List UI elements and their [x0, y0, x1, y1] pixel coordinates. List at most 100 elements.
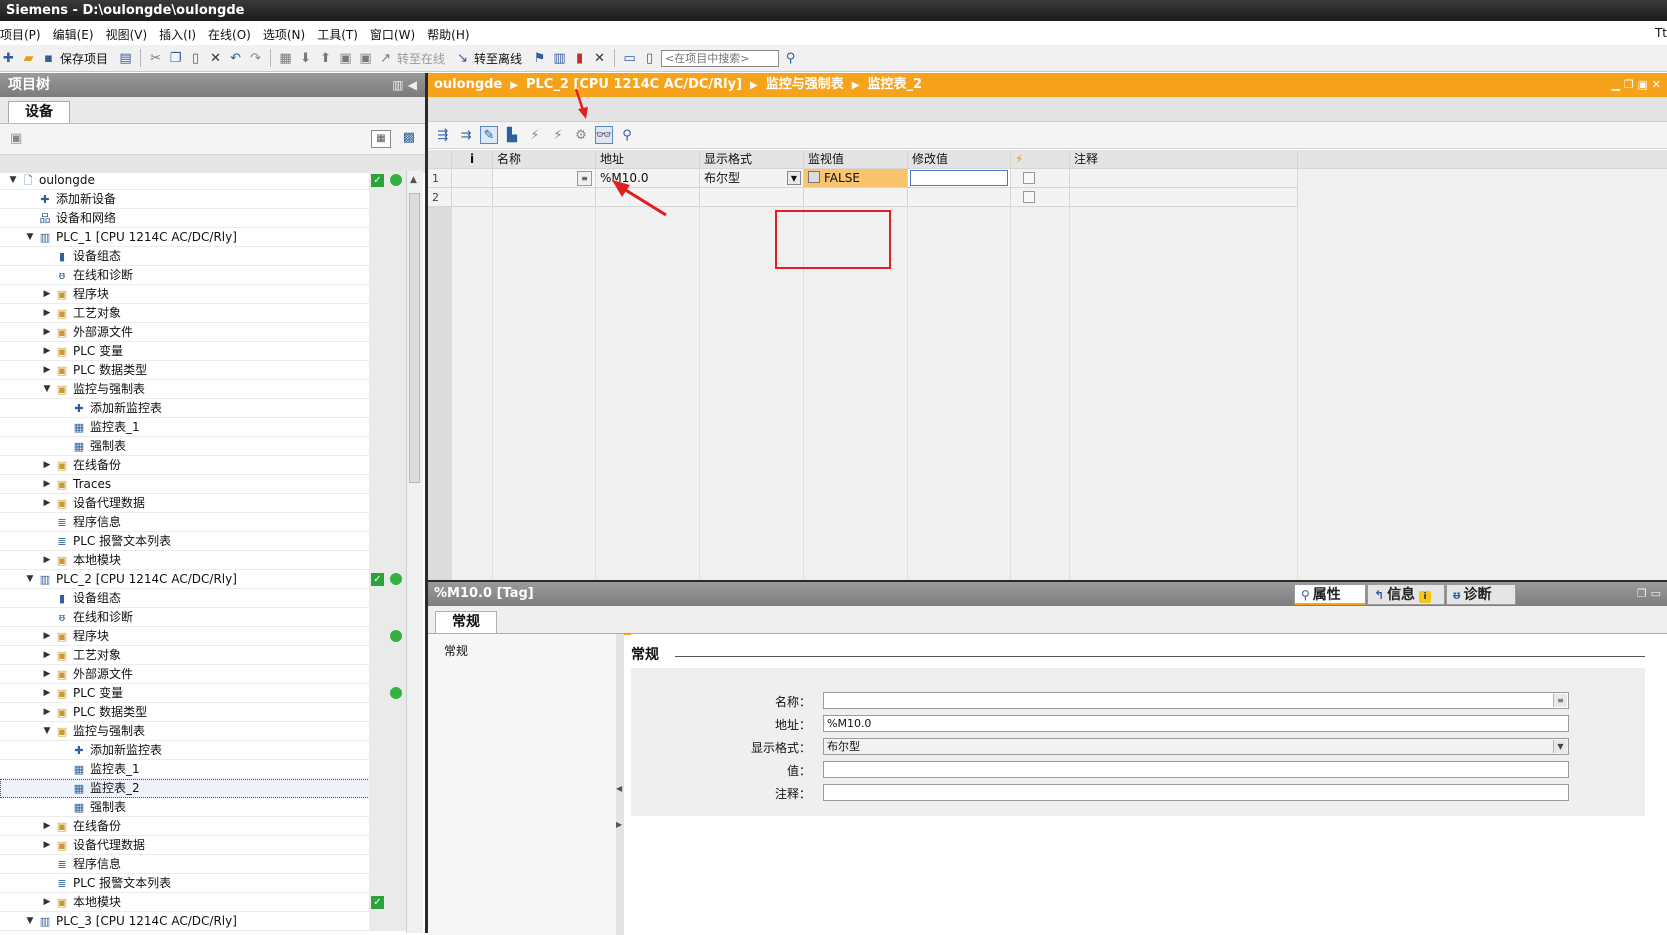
tree-item[interactable]: ▮ 设备组态	[0, 589, 410, 608]
start-cpu-icon[interactable]: ▮	[571, 50, 588, 67]
paste-icon[interactable]: ▯	[187, 50, 204, 67]
delete-icon[interactable]: ✕	[207, 50, 224, 67]
breadcrumb-plc[interactable]: PLC_2 [CPU 1214C AC/DC/Rly]	[526, 77, 742, 92]
nav-general[interactable]: 常规	[444, 642, 468, 659]
monitor-all-icon[interactable]: 👓	[595, 126, 613, 144]
expand-toggle-icon[interactable]: ▼	[25, 228, 35, 247]
nav-collapse-bar[interactable]: ◀ ▶	[616, 634, 624, 935]
tree-item[interactable]: ▶ ▣ 在线备份	[0, 817, 410, 836]
collapse-toggle-icon[interactable]: ▶	[42, 323, 52, 342]
tree-item[interactable]: ▦ 监控表_1	[0, 760, 410, 779]
open-project-icon[interactable]: ▰	[20, 50, 37, 67]
name-field[interactable]: ≡	[823, 692, 1569, 709]
collapse-toggle-icon[interactable]: ▶	[42, 361, 52, 380]
scroll-up-icon[interactable]: ▲	[410, 175, 417, 185]
menu-edit[interactable]: 编辑(E)	[53, 26, 106, 43]
row-name-cell[interactable]: ≡	[493, 169, 596, 188]
row-address-cell[interactable]	[596, 188, 700, 207]
menu-view[interactable]: 视图(V)	[106, 26, 160, 43]
collapse-toggle-icon[interactable]: ▶	[42, 551, 52, 570]
upload-icon[interactable]: ⬆	[317, 50, 334, 67]
tree-item[interactable]: ▶ ▣ 外部源文件	[0, 323, 410, 342]
split-vertical-icon[interactable]: ▯	[641, 50, 658, 67]
collapse-toggle-icon[interactable]: ▶	[42, 456, 52, 475]
menu-tools[interactable]: 工具(T)	[317, 26, 370, 43]
collapse-toggle-icon[interactable]: ▶	[42, 817, 52, 836]
row-address-cell[interactable]: %M10.0	[596, 169, 700, 188]
tree-item[interactable]: ▮ 设备组态	[0, 247, 410, 266]
save-icon[interactable]: ▪	[40, 50, 57, 67]
tree-item[interactable]: ▼ 🗋 oulongde ✓	[0, 171, 410, 190]
tree-item[interactable]: ≣ 程序信息	[0, 855, 410, 874]
accessible-devices-icon[interactable]: ⚑	[531, 50, 548, 67]
tree-overview-icon[interactable]: ▦	[371, 130, 391, 148]
address-field[interactable]: %M10.0	[823, 715, 1569, 732]
header-comment[interactable]: 注释	[1070, 150, 1298, 169]
tab-devices[interactable]: 设备	[8, 101, 70, 123]
modify-trigger-icon[interactable]: ⚡	[549, 126, 567, 144]
name-browse-icon[interactable]: ≡	[1553, 694, 1567, 707]
tree-item[interactable]: ▦ 强制表	[0, 798, 410, 817]
collapse-toggle-icon[interactable]: ▶	[42, 494, 52, 513]
tree-item[interactable]: ▼ ▣ 监控与强制表	[0, 722, 410, 741]
menu-help[interactable]: 帮助(H)	[427, 26, 481, 43]
tree-item[interactable]: ▦ 强制表	[0, 437, 410, 456]
menu-window[interactable]: 窗口(W)	[370, 26, 427, 43]
collapse-toggle-icon[interactable]: ▶	[42, 646, 52, 665]
collapse-left-icon[interactable]: ◀	[616, 784, 622, 793]
format-select[interactable]: 布尔型 ▼	[823, 738, 1569, 755]
tree-item[interactable]: ▶ ▣ 工艺对象	[0, 646, 410, 665]
tree-scroll-thumb[interactable]	[409, 193, 420, 483]
tree-item[interactable]: ✚ 添加新监控表	[0, 741, 410, 760]
go-online-button[interactable]: 转至在线	[397, 50, 445, 67]
redo-icon[interactable]: ↷	[247, 50, 264, 67]
insert-row-icon[interactable]: ⇶	[434, 126, 452, 144]
tree-refresh-icon[interactable]: ▩	[403, 130, 415, 145]
tree-item[interactable]: ᵿ 在线和诊断	[0, 608, 410, 627]
new-project-icon[interactable]: ✚	[0, 50, 17, 67]
format-dropdown-icon[interactable]: ▼	[787, 171, 801, 185]
project-search-input[interactable]	[661, 49, 780, 67]
tree-item[interactable]: ▶ ▣ 工艺对象	[0, 304, 410, 323]
simulate-icon[interactable]: ▣	[337, 50, 354, 67]
expand-toggle-icon[interactable]: ▼	[25, 570, 35, 589]
collapse-toggle-icon[interactable]: ▶	[42, 342, 52, 361]
subtab-general[interactable]: 常规	[435, 611, 497, 633]
row-modify-cell[interactable]	[908, 169, 1011, 188]
table-row[interactable]: 1 ≡ %M10.0 布尔型 ▼ FALSE	[428, 169, 1667, 188]
format-chevron-down-icon[interactable]: ▼	[1553, 740, 1567, 753]
modify-mode-icon[interactable]: ✎	[480, 126, 498, 144]
tree-item[interactable]: ▶ ▣ 在线备份	[0, 456, 410, 475]
row-format-cell[interactable]: 布尔型 ▼	[700, 169, 804, 188]
collapse-toggle-icon[interactable]: ▶	[42, 627, 52, 646]
collapse-toggle-icon[interactable]: ▶	[42, 893, 52, 912]
go-offline-icon[interactable]: ↘	[454, 50, 471, 67]
breadcrumb-table[interactable]: 监控表_2	[867, 77, 922, 92]
tree-item[interactable]: ≣ PLC 报警文本列表	[0, 532, 410, 551]
collapse-toggle-icon[interactable]: ▶	[42, 684, 52, 703]
tree-scrollbar[interactable]: ▲	[406, 171, 423, 933]
compile-icon[interactable]: ▦	[277, 50, 294, 67]
modify-value-input[interactable]	[910, 170, 1008, 186]
row-name-cell[interactable]	[493, 188, 596, 207]
monitor-once-icon[interactable]: ⚲	[618, 126, 636, 144]
cross-reference-icon[interactable]: ▥	[551, 50, 568, 67]
header-address[interactable]: 地址	[596, 150, 700, 169]
undo-icon[interactable]: ↶	[227, 50, 244, 67]
cut-icon[interactable]: ✂	[147, 50, 164, 67]
tab-diagnostics[interactable]: ᵿ 诊断	[1446, 584, 1516, 605]
collapse-right-icon[interactable]: ▶	[616, 820, 622, 829]
row-comment-cell[interactable]	[1070, 188, 1298, 207]
modify-checkbox[interactable]	[1023, 172, 1035, 184]
value-field[interactable]	[823, 761, 1569, 778]
tree-item[interactable]: ▶ ▣ PLC 变量	[0, 342, 410, 361]
inspector-window-controls-icon[interactable]: ❐ ▭	[1637, 582, 1661, 606]
collapse-toggle-icon[interactable]: ▶	[42, 836, 52, 855]
row-modify-cell[interactable]	[908, 188, 1011, 207]
header-display-format[interactable]: 显示格式	[700, 150, 804, 169]
tag-browse-icon[interactable]: ≡	[577, 171, 592, 186]
header-monitor-value[interactable]: 监视值	[804, 150, 908, 169]
tree-item[interactable]: ✚ 添加新设备	[0, 190, 410, 209]
tree-options-icon[interactable]: ▣	[10, 131, 22, 146]
copy-icon[interactable]: ❐	[167, 50, 184, 67]
